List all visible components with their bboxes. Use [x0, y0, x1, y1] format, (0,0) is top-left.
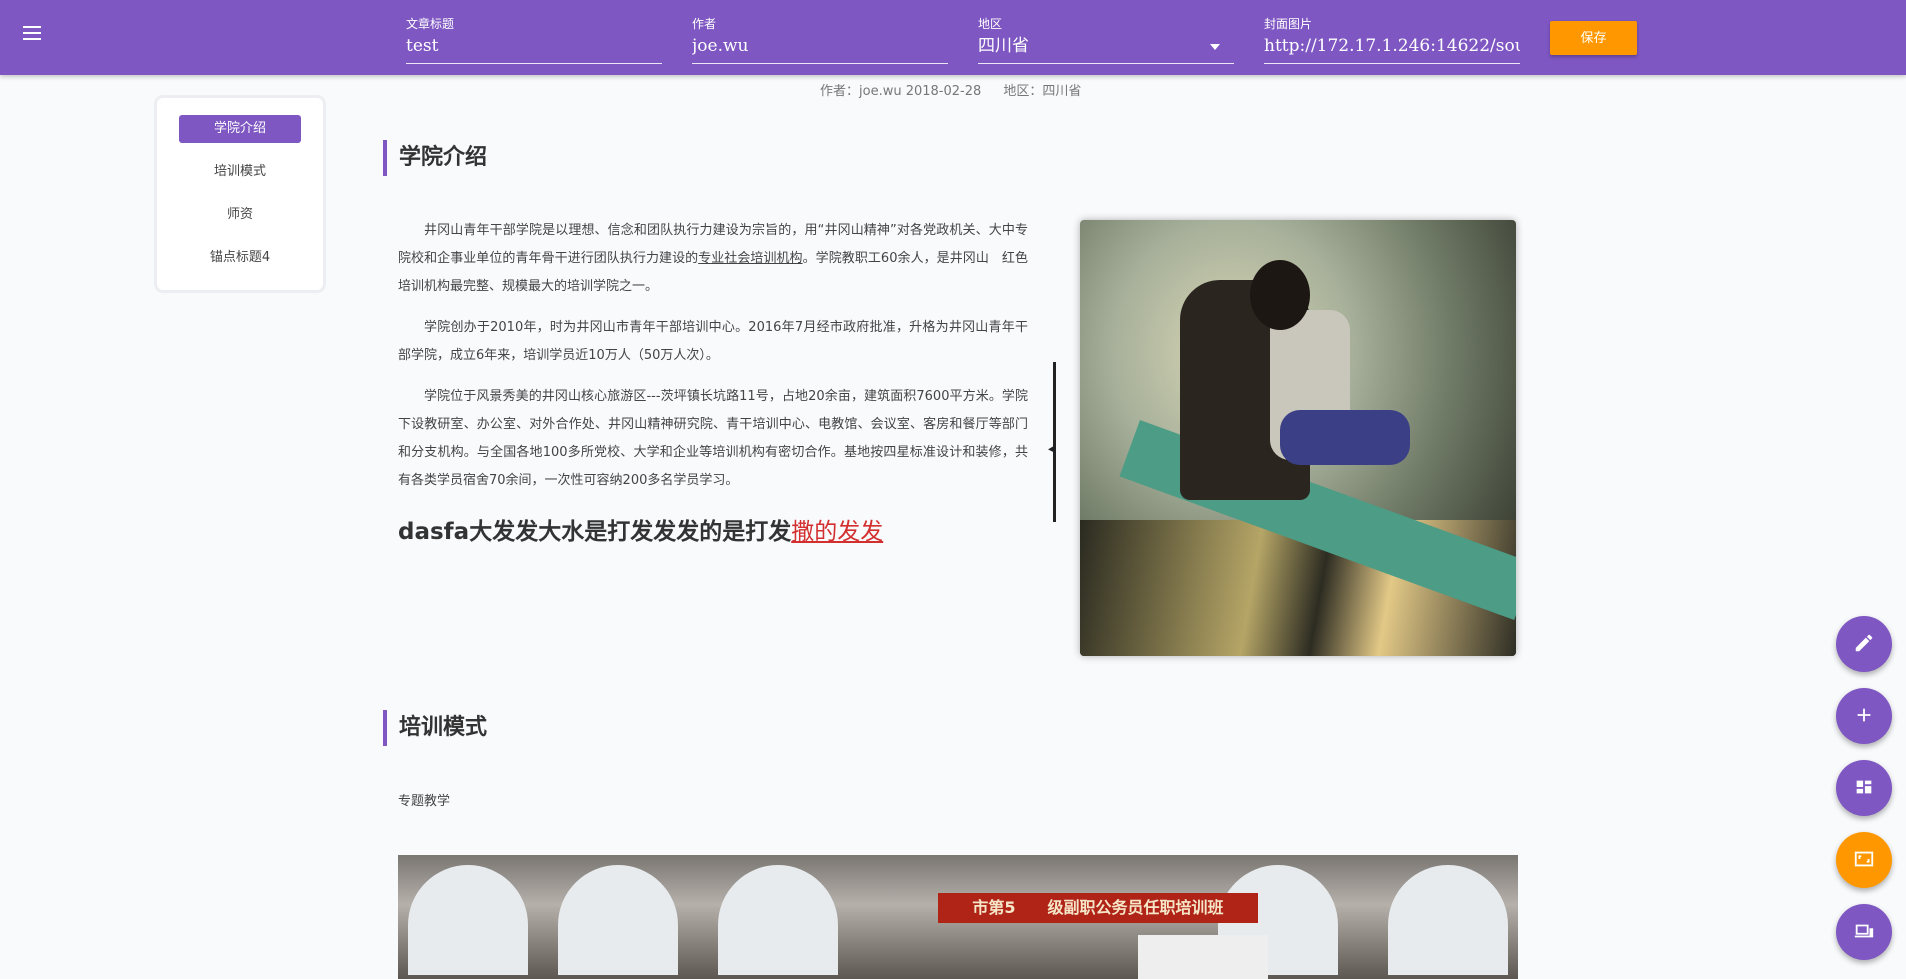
title-field[interactable]: 文章标题 test: [406, 16, 662, 64]
intro-body: 井冈山青年干部学院是以理想、信念和团队执行力建设为宗旨的，用“井冈山精神”对各党…: [398, 217, 1041, 508]
region-select[interactable]: 地区 四川省: [978, 16, 1234, 64]
plus-icon: [1857, 708, 1871, 722]
intro-underlined-text: 专业社会培训机构: [698, 251, 803, 266]
chevron-down-icon[interactable]: [1210, 44, 1220, 50]
layout-icon: [1856, 780, 1872, 794]
add-fab[interactable]: [1836, 688, 1892, 744]
training-photo: 市第5 级副职公务员任职培训班: [398, 855, 1518, 979]
frame-fab[interactable]: [1836, 832, 1892, 888]
intro-paragraph: 井冈山青年干部学院是以理想、信念和团队执行力建设为宗旨的，用“井冈山精神”对各党…: [398, 217, 1041, 301]
anchor-item-teachers[interactable]: 师资: [179, 201, 301, 229]
region-select-label: 地区: [978, 17, 1003, 31]
frame-icon: [1854, 851, 1874, 867]
anchor-nav: 学院介绍 培训模式 师资 锚点标题4: [157, 98, 323, 290]
devices-icon: [1854, 924, 1874, 938]
intro-paragraph: 学院创办于2010年，时为井冈山市青年干部培训中心。2016年7月经市政府批准，…: [398, 320, 1028, 363]
meta-author-date: 作者：joe.wu 2018-02-28: [820, 84, 982, 99]
section-title-training-mode: 培训模式: [383, 710, 487, 746]
training-banner: 市第5 级副职公务员任职培训班: [938, 893, 1258, 923]
title-field-label: 文章标题: [406, 17, 455, 31]
anchor-item-college-intro[interactable]: 学院介绍: [179, 115, 301, 143]
section-title-intro: 学院介绍: [383, 140, 487, 176]
anchor-item-title-4[interactable]: 锚点标题4: [179, 244, 301, 272]
author-field-value[interactable]: joe.wu: [692, 34, 948, 58]
heading-line-link[interactable]: 撒的发发: [791, 519, 883, 545]
heading-line-text: dasfa大发发大水是打发发发的是打发: [398, 519, 792, 545]
intro-photo: [1080, 220, 1516, 656]
author-field[interactable]: 作者 joe.wu: [692, 16, 948, 64]
mouse-cursor-icon: [1048, 445, 1058, 455]
devices-fab[interactable]: [1836, 904, 1892, 960]
layout-fab[interactable]: [1836, 760, 1892, 816]
training-mode-text: 专题教学: [398, 794, 451, 809]
intro-paragraph: 学院位于风景秀美的井冈山核心旅游区---茨坪镇长坑路11号，占地20余亩，建筑面…: [398, 389, 1028, 488]
cover-image-field-value[interactable]: http://172.17.1.246:14622/source: [1264, 34, 1520, 58]
top-app-bar: 文章标题 test 作者 joe.wu 地区 四川省 封面图片 http://1…: [0, 0, 1906, 75]
region-select-value[interactable]: 四川省: [978, 34, 1234, 58]
edit-fab[interactable]: [1836, 616, 1892, 672]
article-meta: 作者：joe.wu 2018-02-28 地区：四川省: [820, 80, 1081, 99]
resize-handle[interactable]: [1053, 362, 1056, 522]
heading-line: dasfa大发发大水是打发发发的是打发撒的发发: [398, 512, 883, 546]
pencil-icon: [1855, 634, 1873, 652]
author-field-label: 作者: [692, 17, 717, 31]
cover-image-field[interactable]: 封面图片 http://172.17.1.246:14622/source: [1264, 16, 1520, 64]
save-button[interactable]: 保存: [1550, 21, 1637, 55]
cover-image-field-label: 封面图片: [1264, 17, 1313, 31]
menu-icon[interactable]: [20, 22, 44, 42]
meta-region: 地区：四川省: [1003, 84, 1082, 99]
anchor-item-training-mode[interactable]: 培训模式: [179, 158, 301, 186]
title-field-value[interactable]: test: [406, 34, 662, 58]
